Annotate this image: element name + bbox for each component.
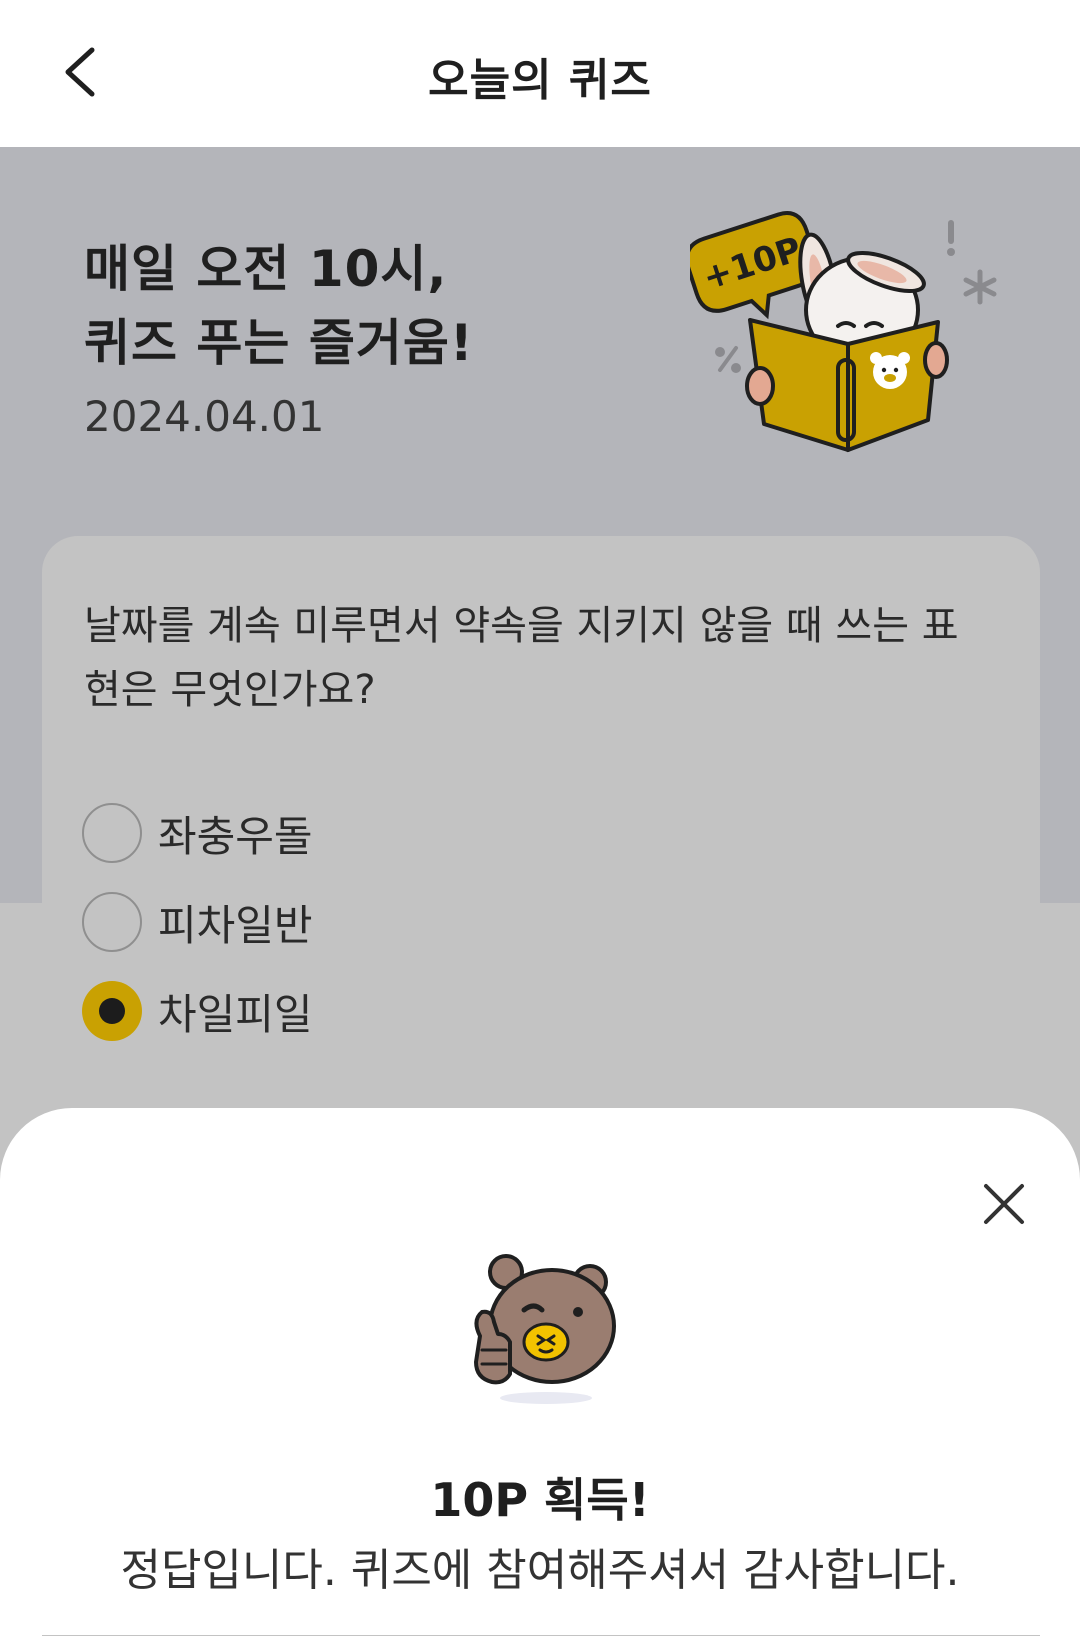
radio-unchecked-icon[interactable] xyxy=(82,892,142,952)
hero-title-line1: 매일 오전 10시, xyxy=(84,240,448,298)
quiz-option-2[interactable]: 피차일반 xyxy=(82,889,313,955)
result-message: 정답입니다. 퀴즈에 참여해주셔서 감사합니다. xyxy=(120,1545,960,1596)
quiz-question: 날짜를 계속 미루면서 약속을 지키지 않을 때 쓰는 표현은 무엇인가요? xyxy=(84,603,959,713)
quiz-option-label: 좌충우돌 xyxy=(158,811,313,861)
app-header: 오늘의 퀴즈 xyxy=(0,0,1080,147)
close-icon xyxy=(984,1184,1024,1224)
quiz-option-1[interactable]: 좌충우돌 xyxy=(82,800,313,866)
quiz-date: 2024.04.01 xyxy=(84,392,325,441)
hero-title-line2: 퀴즈 푸는 즐거움! xyxy=(84,314,474,372)
page-title: 오늘의 퀴즈 xyxy=(428,55,652,106)
radio-unchecked-icon[interactable] xyxy=(82,803,142,863)
quiz-option-label: 피차일반 xyxy=(158,900,313,950)
radio-checked-icon[interactable] xyxy=(82,981,142,1041)
hero-title: 매일 오전 10시, 퀴즈 푸는 즐거움! xyxy=(84,232,474,380)
result-title: 10P 획득! xyxy=(430,1473,650,1527)
bear-thumbs-up-wink-illustration xyxy=(474,1254,616,1404)
quiz-option-3[interactable]: 차일피일 xyxy=(82,978,313,1044)
quiz-option-label: 차일피일 xyxy=(158,989,313,1039)
radio-dot xyxy=(99,998,125,1024)
rabbit-reading-book-illustration: +10P xyxy=(690,211,997,452)
close-button[interactable] xyxy=(976,1176,1032,1232)
